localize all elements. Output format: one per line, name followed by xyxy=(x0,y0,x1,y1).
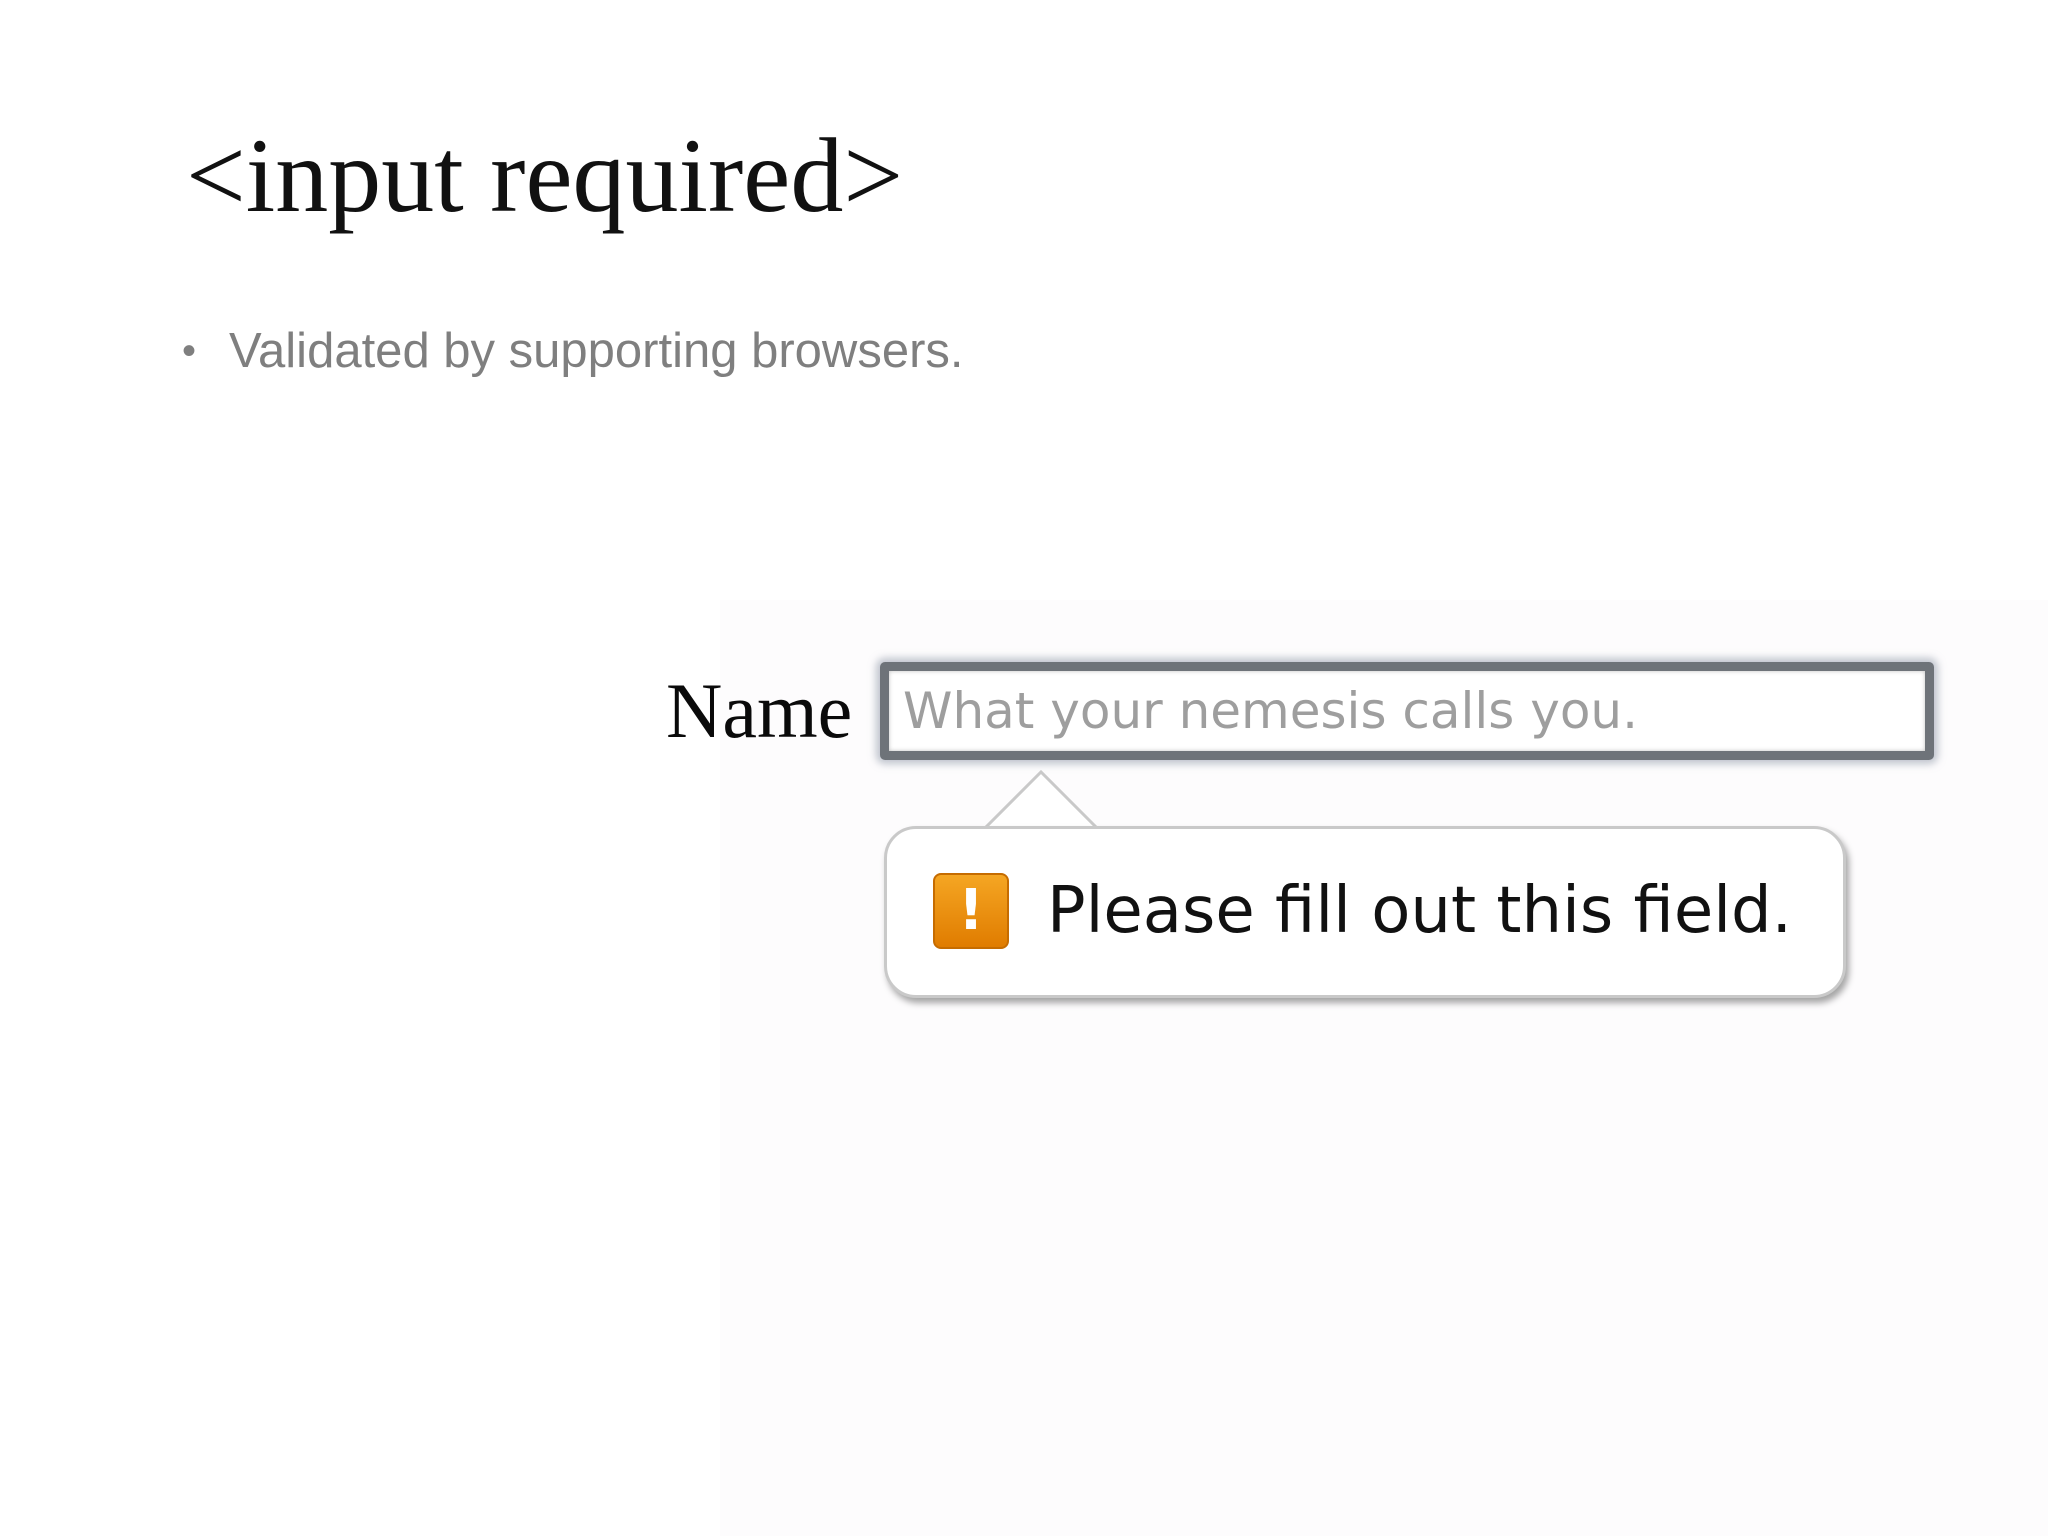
name-input[interactable] xyxy=(880,662,1934,760)
validation-message: Please fill out this field. xyxy=(1047,874,1792,948)
tooltip-arrow xyxy=(981,769,1101,830)
slide-title: <input required> xyxy=(186,117,904,234)
name-label: Name xyxy=(666,667,853,754)
validation-tooltip: ! Please fill out this field. xyxy=(884,826,1846,998)
warning-icon: ! xyxy=(933,873,1009,949)
bullet-marker: • xyxy=(182,328,197,373)
bullet-text: Validated by supporting browsers. xyxy=(229,324,964,378)
bullet-item: • Validated by supporting browsers. xyxy=(182,323,964,379)
